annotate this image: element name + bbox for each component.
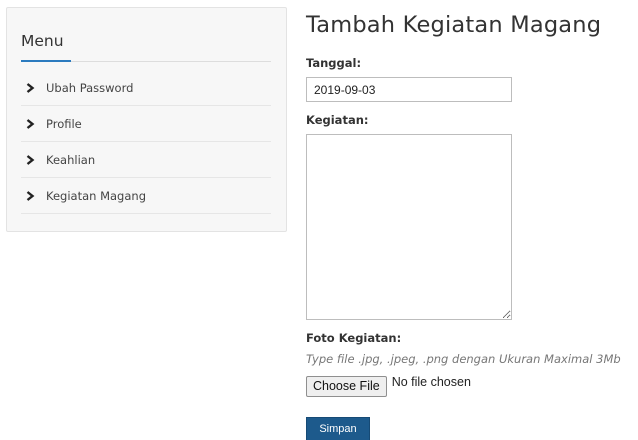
- tanggal-input[interactable]: [306, 77, 512, 102]
- kegiatan-textarea[interactable]: [306, 134, 512, 320]
- sidebar-item-label: Ubah Password: [46, 80, 134, 95]
- sidebar-item-ubah-password[interactable]: Ubah Password: [21, 70, 271, 106]
- menu-list: Ubah Password Profile Keahlian Kegiatan …: [21, 70, 271, 214]
- sidebar-title: Menu: [21, 32, 64, 50]
- foto-kegiatan-label: Foto Kegiatan:: [306, 331, 402, 345]
- sidebar-item-label: Kegiatan Magang: [46, 188, 146, 203]
- chevron-right-icon: [26, 82, 35, 93]
- choose-file-button[interactable]: Choose File: [306, 376, 387, 397]
- sidebar-item-kegiatan-magang[interactable]: Kegiatan Magang: [21, 178, 271, 214]
- page: Menu Ubah Password Profile Keahlian Kegi…: [0, 0, 638, 440]
- sidebar-menu: Menu Ubah Password Profile Keahlian Kegi…: [6, 7, 287, 232]
- sidebar-item-keahlian[interactable]: Keahlian: [21, 142, 271, 178]
- file-input[interactable]: Choose File No file chosen: [306, 375, 471, 397]
- simpan-button[interactable]: Simpan: [306, 417, 370, 440]
- sidebar-item-label: Profile: [46, 116, 82, 131]
- tanggal-label: Tanggal:: [306, 56, 362, 70]
- sidebar-item-profile[interactable]: Profile: [21, 106, 271, 142]
- file-status-text: No file chosen: [391, 375, 471, 389]
- chevron-right-icon: [26, 154, 35, 165]
- chevron-right-icon: [26, 118, 35, 129]
- sidebar-title-accent: [21, 60, 71, 62]
- sidebar-item-label: Keahlian: [46, 152, 96, 167]
- file-type-hint: Type file .jpg, .jpeg, .png dengan Ukura…: [306, 352, 621, 366]
- kegiatan-label: Kegiatan:: [306, 113, 369, 127]
- page-title: Tambah Kegiatan Magang: [306, 12, 602, 38]
- chevron-right-icon: [26, 190, 35, 201]
